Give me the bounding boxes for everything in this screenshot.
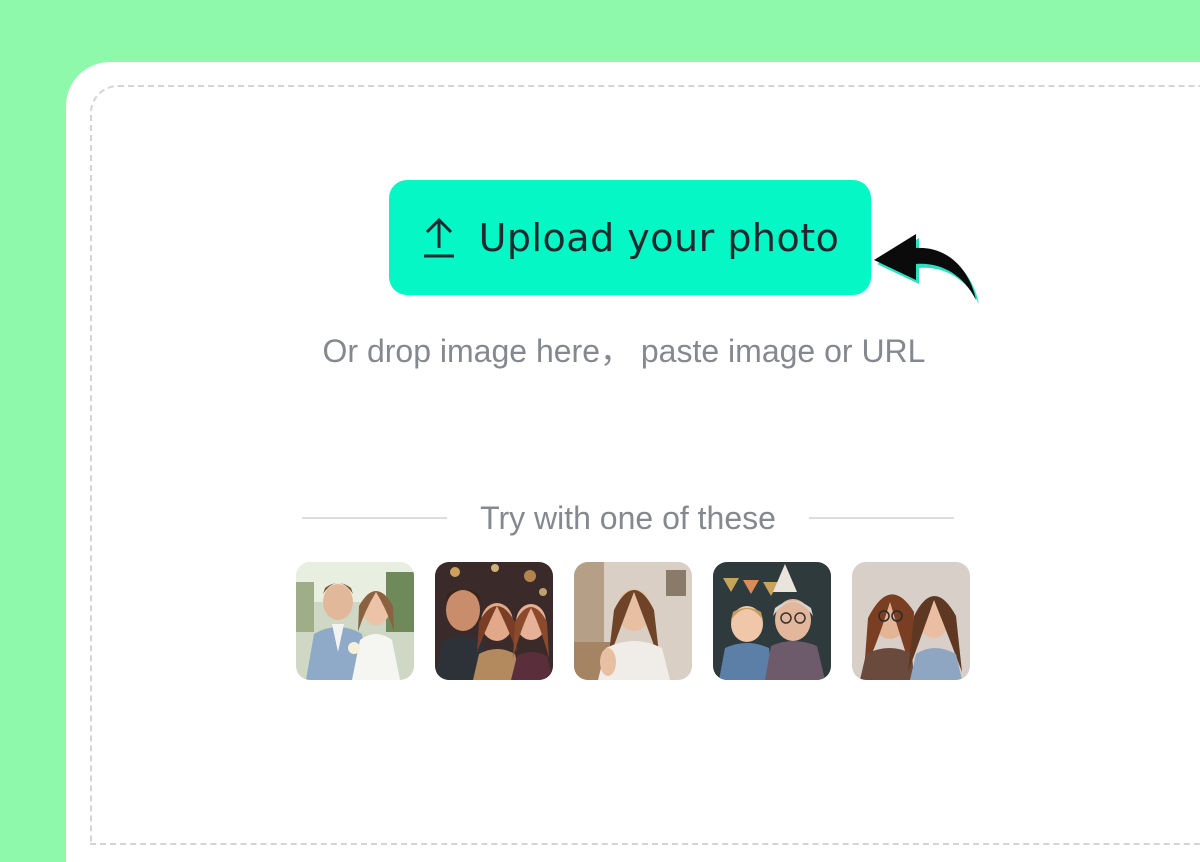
sample-thumbnails bbox=[296, 562, 970, 680]
samples-heading-row: Try with one of these bbox=[302, 498, 954, 538]
drop-hint-text: Or drop image here， paste image or URL bbox=[322, 333, 926, 369]
upload-photo-button[interactable]: Upload your photo bbox=[389, 180, 871, 295]
sample-wedding-couple[interactable] bbox=[296, 562, 414, 680]
samples-heading: Try with one of these bbox=[480, 499, 776, 536]
sample-two-women[interactable] bbox=[852, 562, 970, 680]
divider-left bbox=[302, 517, 447, 519]
upload-icon bbox=[423, 217, 454, 257]
pointer-arrow-icon bbox=[874, 234, 979, 304]
sample-woman-selfie[interactable] bbox=[574, 562, 692, 680]
sample-boy-grandmother[interactable] bbox=[713, 562, 831, 680]
divider-right bbox=[809, 517, 954, 519]
sample-friends-group[interactable] bbox=[435, 562, 553, 680]
upload-button-label: Upload your photo bbox=[478, 215, 840, 260]
